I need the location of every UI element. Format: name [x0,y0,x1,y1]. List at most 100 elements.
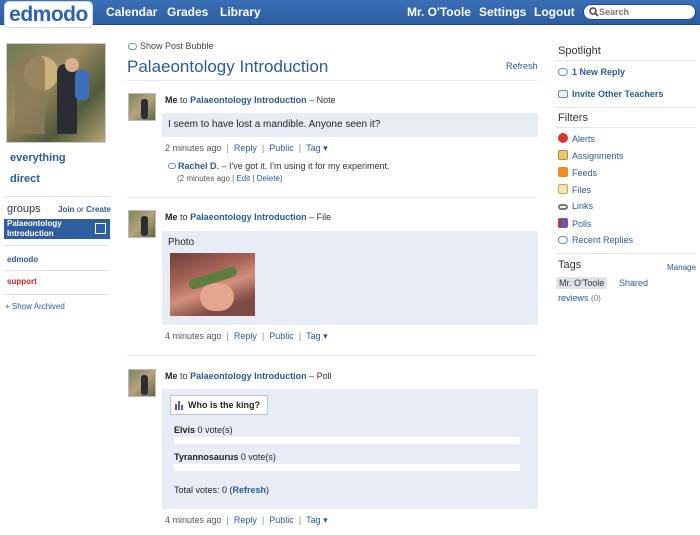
post-header: Me to Palaeontology Introduction – Poll [165,371,332,381]
group-support[interactable]: support [7,277,37,286]
groups-heading: groups [7,203,41,215]
reply: Rachel D. – I've got it. I'm using it fo… [168,161,390,171]
group-edmodo[interactable]: edmodo [7,255,38,264]
invite-label: Invite Other Teachers [572,89,664,99]
post-meta: 4 minutes ago | Reply | Public | Tag ▾ [165,331,328,341]
filter-assignments[interactable]: Assignments [558,150,624,161]
post-avatar[interactable] [128,369,156,397]
post-group-link[interactable]: Palaeontology Introduction [190,212,307,222]
post-text: I seem to have lost a mandible. Anyone s… [168,119,381,130]
filter-files[interactable]: Files [558,184,591,195]
speech-bubble-icon [128,43,137,50]
tag-reviews[interactable]: reviews (0) [558,293,601,303]
reply-edit-link[interactable]: Edit [236,174,250,183]
post-text: Photo [168,237,195,248]
poll-total: Total votes: 0 (Refresh) [174,485,269,495]
post-author[interactable]: Me [165,95,178,105]
nav-grades[interactable]: Grades [167,0,208,25]
nav-calendar[interactable]: Calendar [106,0,157,25]
nav-logout[interactable]: Logout [534,0,575,25]
tag-dropdown[interactable]: Tag ▾ [306,143,328,153]
post-to: to [180,371,188,381]
filter-label: Files [572,185,592,195]
post-group-link[interactable]: Palaeontology Introduction [190,95,307,105]
reply-link[interactable]: Reply [234,143,257,153]
filter-links[interactable]: Links [558,201,593,211]
tag-dropdown[interactable]: Tag ▾ [306,515,328,525]
tag-mr-otoole[interactable]: Mr. O'Toole [556,277,608,289]
filter-label: Alerts [572,134,596,144]
group-selected[interactable]: Palaeontology Introduction [4,219,110,239]
nav-settings[interactable]: Settings [479,0,526,25]
profile-photo[interactable] [6,43,106,143]
show-archived-link[interactable]: + Show Archived [5,302,65,311]
poll-option: Elvis 0 vote(s) [174,425,233,435]
invite-teachers-link[interactable]: Invite Other Teachers [558,89,663,99]
group-selected-label: Palaeontology Introduction [7,219,62,238]
divider [556,127,696,128]
post-to: to [180,212,188,222]
post-author[interactable]: Me [165,371,178,381]
page-title: Palaeontology Introduction [127,57,329,76]
poll-option-votes: 0 vote(s) [197,425,233,435]
reply-author[interactable]: Rachel D. [178,161,219,171]
poll-total-close: ) [266,485,270,495]
reply-link[interactable]: Reply [234,515,257,525]
file-icon [558,184,568,194]
poll-option: Tyrannosaurus 0 vote(s) [174,452,276,462]
tag-dropdown[interactable]: Tag ▾ [306,331,328,341]
filter-feeds[interactable]: Feeds [558,167,597,178]
spotlight-heading: Spotlight [558,45,601,57]
post-meta: 4 minutes ago | Reply | Public | Tag ▾ [165,515,328,525]
public-link[interactable]: Public [269,515,294,525]
poll-option-label: Elvis [174,425,196,435]
search-box[interactable] [583,4,696,20]
post-meta: 2 minutes ago | Reply | Public | Tag ▾ [165,143,328,153]
post-type: – Poll [309,371,332,381]
nav-library[interactable]: Library [220,0,261,25]
popout-icon[interactable] [95,223,106,234]
left-divider [4,245,109,246]
reply-link[interactable]: Reply [234,331,257,341]
tag-shared[interactable]: Shared [619,278,648,288]
photo-attachment[interactable] [170,253,255,316]
filter-label: Feeds [572,168,598,178]
post-author[interactable]: Me [165,212,178,222]
filter-recent-replies[interactable]: Recent Replies [558,235,633,245]
join-link[interactable]: Join [58,205,74,214]
poll-option-label: Tyrannosaurus [174,452,239,462]
left-divider [4,270,109,271]
post-header: Me to Palaeontology Introduction – Note [165,95,336,105]
edmodo-logo[interactable]: edmodo [4,1,93,28]
poll-option-votes: 0 vote(s) [240,452,276,462]
new-reply-label: 1 New Reply [572,67,626,77]
nav-user[interactable]: Mr. O'Toole [407,0,471,25]
filter-everything[interactable]: everything [10,152,66,164]
top-bar: edmodo Calendar Grades Library Mr. O'Too… [0,0,700,28]
filter-alerts[interactable]: Alerts [558,133,595,144]
new-reply-link[interactable]: 1 New Reply [558,67,625,77]
reply-bubble-icon [168,163,176,169]
link-chain-icon [558,204,568,210]
reply-delete-link[interactable]: Delete) [257,174,283,183]
post-time: 4 minutes ago [165,515,222,525]
search-input[interactable] [599,6,691,18]
reply-meta: (2 minutes ago | Edit | Delete) [177,174,283,183]
poll-chart-icon [558,218,568,228]
filter-polls[interactable]: Polls [558,218,592,229]
divider [127,80,537,81]
filter-label: Polls [572,219,592,229]
post-avatar[interactable] [128,93,156,121]
create-link[interactable]: Create [86,205,111,214]
poll-refresh-link[interactable]: Refresh [233,485,267,495]
post-group-link[interactable]: Palaeontology Introduction [190,371,307,381]
left-divider [4,294,109,295]
post-avatar[interactable] [128,210,156,238]
filter-direct[interactable]: direct [10,173,40,185]
public-link[interactable]: Public [269,331,294,341]
refresh-link[interactable]: Refresh [506,61,538,71]
public-link[interactable]: Public [269,143,294,153]
manage-tags-link[interactable]: Manage [667,263,696,272]
assignment-icon [558,150,568,160]
show-post-bubble[interactable]: Show Post Bubble [128,41,214,51]
